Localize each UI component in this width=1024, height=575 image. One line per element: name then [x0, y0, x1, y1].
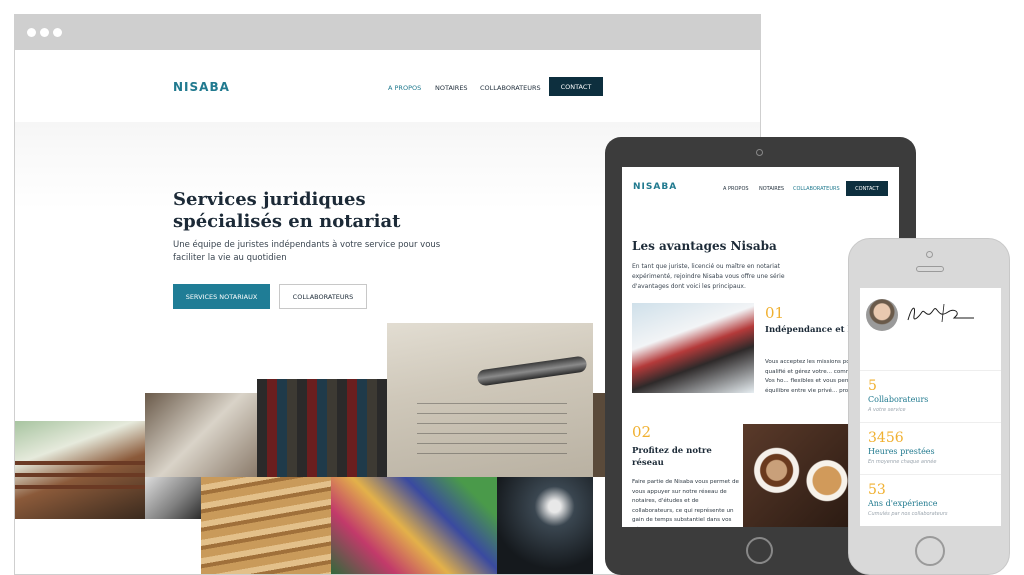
phone-screen: 5 Collaborateurs A votre service 3456 He… — [860, 288, 1001, 526]
nisaba-logo[interactable]: NISABA — [173, 80, 230, 94]
stat-caption: A votre service — [868, 407, 906, 413]
pen-nib-photo — [145, 477, 201, 519]
camera-icon — [926, 251, 933, 258]
home-button-icon[interactable] — [746, 537, 773, 564]
hero-subtitle: Une équipe de juristes indépendants à vo… — [173, 240, 441, 263]
services-notariaux-button[interactable]: SERVICES NOTARIAUX — [173, 284, 270, 309]
hero-title: Services juridiques spécialisés en notar… — [173, 189, 401, 232]
mural-photo — [331, 477, 497, 574]
feature-number: 02 — [632, 423, 652, 441]
divider — [860, 422, 1001, 423]
stat-value: 53 — [868, 482, 886, 498]
stat-caption: En moyenne chaque année — [868, 459, 937, 465]
site-header: NISABA A PROPOS NOTAIRES COLLABORATEURS … — [15, 50, 760, 122]
section-intro: En tant que juriste, licencié ou maître … — [632, 263, 785, 290]
section-title: Les avantages Nisaba — [632, 239, 777, 253]
stat-label: Heures prestées — [868, 447, 935, 456]
nav-notaires[interactable]: NOTAIRES — [435, 84, 468, 92]
feature-heading: Profitez de notre réseau — [632, 446, 712, 468]
speaker-icon — [916, 266, 944, 272]
stat-label: Ans d'expérience — [868, 499, 938, 508]
browser-title-bar — [15, 15, 760, 50]
window-dot-icon — [27, 28, 36, 37]
divider — [860, 370, 1001, 371]
contact-button[interactable]: CONTACT — [549, 77, 603, 96]
nisaba-logo[interactable]: NISABA — [633, 182, 677, 192]
feature-text: Faire partie de Nisaba vous permet de vo… — [632, 479, 739, 527]
books-photo — [257, 379, 387, 477]
phone-device: 5 Collaborateurs A votre service 3456 He… — [848, 238, 1010, 575]
feature-number: 01 — [765, 304, 785, 322]
home-button-icon[interactable] — [915, 536, 945, 566]
contact-button[interactable]: CONTACT — [846, 181, 888, 196]
bridge-photo — [15, 421, 145, 519]
stat-value: 5 — [868, 378, 877, 394]
avatar — [866, 299, 898, 331]
nav-a-propos[interactable]: A PROPOS — [723, 186, 749, 192]
nav-collaborateurs[interactable]: COLLABORATEURS — [480, 84, 541, 92]
lamp-photo — [497, 477, 593, 574]
window-dot-icon — [53, 28, 62, 37]
window-dot-icon — [40, 28, 49, 37]
signature-icon — [907, 303, 974, 323]
camera-icon — [756, 149, 763, 156]
stat-value: 3456 — [868, 430, 904, 446]
nav-collaborateurs[interactable]: COLLABORATEURS — [793, 186, 840, 192]
nav-a-propos[interactable]: A PROPOS — [388, 84, 421, 92]
stat-label: Collaborateurs — [868, 395, 929, 404]
fountain-pen-photo — [387, 323, 593, 477]
desk-photo — [145, 393, 257, 477]
stat-caption: Cumulés par nos collaborateurs — [868, 511, 948, 517]
collaborateurs-button[interactable]: COLLABORATEURS — [279, 284, 367, 309]
divider — [860, 474, 1001, 475]
nav-notaires[interactable]: NOTAIRES — [759, 186, 784, 192]
winter-couple-photo — [632, 303, 754, 393]
mockup-stage: NISABA A PROPOS NOTAIRES COLLABORATEURS … — [0, 0, 1024, 575]
coffee-pastries-photo — [743, 424, 855, 527]
folders-photo — [201, 477, 331, 574]
